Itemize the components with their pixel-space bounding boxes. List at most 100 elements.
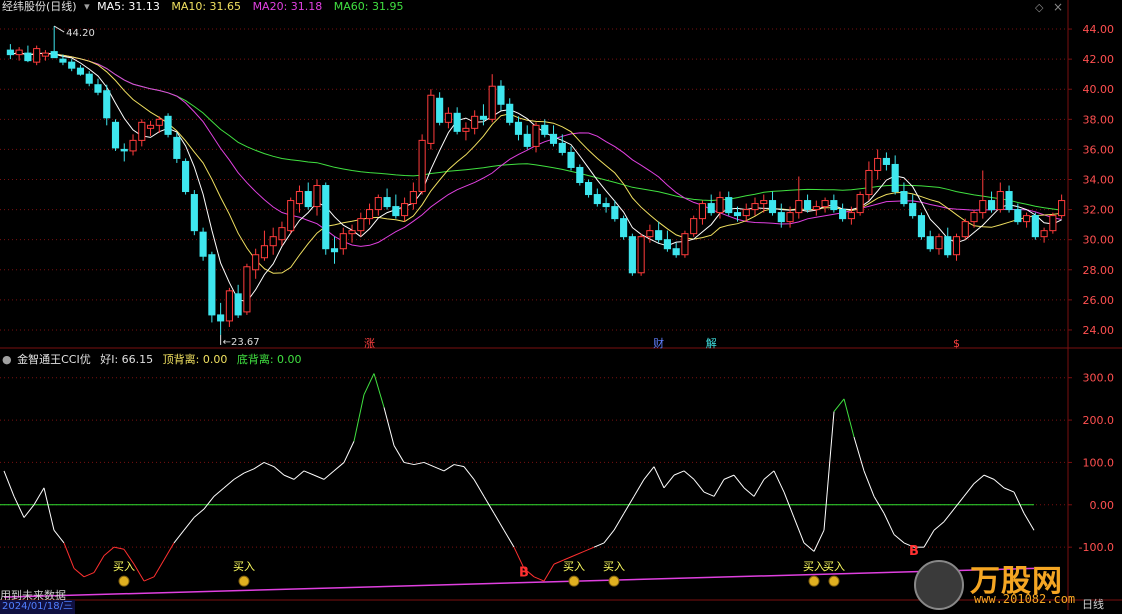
price-tick-label: 30.00 bbox=[1083, 234, 1115, 247]
candle-body bbox=[287, 200, 295, 232]
candle-body bbox=[155, 118, 163, 126]
candle-body bbox=[725, 197, 733, 214]
cci-tick-label: -100.0 bbox=[1079, 541, 1114, 554]
candle-body bbox=[576, 166, 584, 184]
buy-signal-label: 买入 bbox=[113, 560, 135, 573]
candle-body bbox=[94, 84, 102, 93]
candle-body bbox=[348, 230, 356, 235]
candle-body bbox=[690, 218, 698, 235]
candle-body bbox=[716, 197, 724, 214]
candle-body bbox=[681, 233, 689, 256]
candle bbox=[418, 134, 426, 195]
candle-body bbox=[698, 203, 707, 220]
candle bbox=[637, 233, 645, 276]
top-divergence-label: 顶背离: 0.00 bbox=[162, 353, 228, 366]
candle-body bbox=[1040, 230, 1048, 238]
candle-body bbox=[611, 206, 619, 220]
cursor-date: 2024/01/18/三 bbox=[0, 600, 76, 614]
candle-body bbox=[418, 139, 426, 193]
price-tick-label: 42.00 bbox=[1083, 53, 1115, 66]
candle-body bbox=[295, 191, 304, 205]
candle-body bbox=[427, 94, 435, 144]
stock-title[interactable]: 经纬股份(日线) bbox=[2, 0, 77, 13]
event-label: $ bbox=[953, 337, 960, 350]
candle-body bbox=[33, 48, 41, 63]
candle bbox=[33, 45, 41, 66]
candle-body bbox=[103, 90, 111, 119]
candle bbox=[584, 179, 593, 198]
candle-body bbox=[59, 58, 67, 63]
candle-body bbox=[874, 157, 882, 171]
settings-icon[interactable]: ▾ bbox=[84, 0, 90, 13]
price-tick-label: 28.00 bbox=[1083, 264, 1115, 277]
cci-tick-label: 200.0 bbox=[1083, 414, 1115, 427]
candle-body bbox=[50, 51, 58, 59]
candle-body bbox=[357, 218, 365, 232]
money-bag-icon bbox=[808, 575, 820, 587]
buy-signal-label: 买入 bbox=[603, 560, 625, 573]
cci-b-marker: B bbox=[519, 565, 529, 580]
candle-body bbox=[926, 236, 934, 250]
buy-signal-label: 买入 bbox=[233, 560, 255, 573]
indicator-title[interactable]: 金智通王CCI优 bbox=[17, 353, 91, 366]
candle-body bbox=[602, 203, 610, 208]
candle-body bbox=[1023, 215, 1031, 223]
bottom-divergence-label: 底背离: 0.00 bbox=[236, 353, 302, 366]
candle-body bbox=[672, 248, 680, 256]
candle bbox=[427, 89, 435, 150]
candle-body bbox=[532, 124, 540, 147]
candle-body bbox=[812, 206, 820, 211]
money-bag-icon bbox=[238, 575, 250, 587]
event-label: 财 bbox=[653, 336, 664, 350]
price-tick-label: 34.00 bbox=[1083, 174, 1115, 187]
candle-body bbox=[129, 139, 137, 152]
candle-body bbox=[234, 293, 242, 316]
candle-body bbox=[365, 209, 374, 220]
candle-body bbox=[1049, 215, 1057, 232]
candle-body bbox=[260, 245, 268, 259]
candle-body bbox=[278, 227, 286, 241]
candle-body bbox=[374, 197, 382, 211]
candle bbox=[681, 230, 689, 258]
candle-body bbox=[479, 115, 488, 120]
candle bbox=[620, 215, 628, 240]
sub-header: ● 金智通王CCI优 好I: 66.15 顶背离: 0.00 底背离: 0.00 bbox=[2, 353, 302, 367]
price-tick-label: 40.00 bbox=[1083, 83, 1115, 96]
candle bbox=[164, 113, 172, 138]
candle bbox=[1049, 212, 1057, 234]
candle-body bbox=[217, 314, 225, 322]
ma20-label: MA20: 31.18 bbox=[252, 0, 323, 13]
candle bbox=[190, 190, 198, 236]
candle-body bbox=[1014, 209, 1022, 223]
candle-body bbox=[847, 212, 855, 220]
stock-chart: 44.20←23.67 涨财解 $ 买入 买入 B 买入 买入 买入买入B 24.0026.0… bbox=[0, 0, 1122, 610]
candle-body bbox=[768, 200, 777, 214]
candle-body bbox=[506, 103, 514, 123]
candle-body bbox=[453, 112, 461, 132]
diamond-icon[interactable]: ◇ bbox=[1035, 1, 1047, 14]
close-icon[interactable]: × bbox=[1053, 0, 1065, 14]
candle-body bbox=[24, 52, 32, 62]
candle bbox=[961, 218, 969, 240]
candle-body bbox=[409, 191, 417, 205]
candle-body bbox=[401, 203, 409, 217]
ma10-label: MA10: 31.65 bbox=[171, 0, 242, 13]
hao-value-label: 好I: 66.15 bbox=[100, 353, 154, 366]
candle-body bbox=[979, 200, 987, 214]
candle-body bbox=[795, 200, 803, 214]
money-bag-icon bbox=[118, 575, 130, 587]
candle-body bbox=[900, 191, 908, 205]
candle-body bbox=[996, 191, 1004, 211]
candle-body bbox=[917, 215, 926, 238]
buy-signal-label: 买入 bbox=[823, 560, 845, 573]
indicator-menu-icon[interactable]: ● bbox=[2, 353, 12, 366]
candle-body bbox=[68, 61, 76, 69]
candle bbox=[243, 263, 251, 315]
candle-body bbox=[891, 163, 899, 193]
ma5-label: MA5: 31.13 bbox=[97, 0, 160, 13]
candle bbox=[576, 164, 584, 186]
candle-body bbox=[471, 115, 479, 129]
price-tick-label: 36.00 bbox=[1083, 143, 1115, 156]
candle-body bbox=[208, 254, 216, 316]
money-bag-icon bbox=[608, 575, 620, 587]
